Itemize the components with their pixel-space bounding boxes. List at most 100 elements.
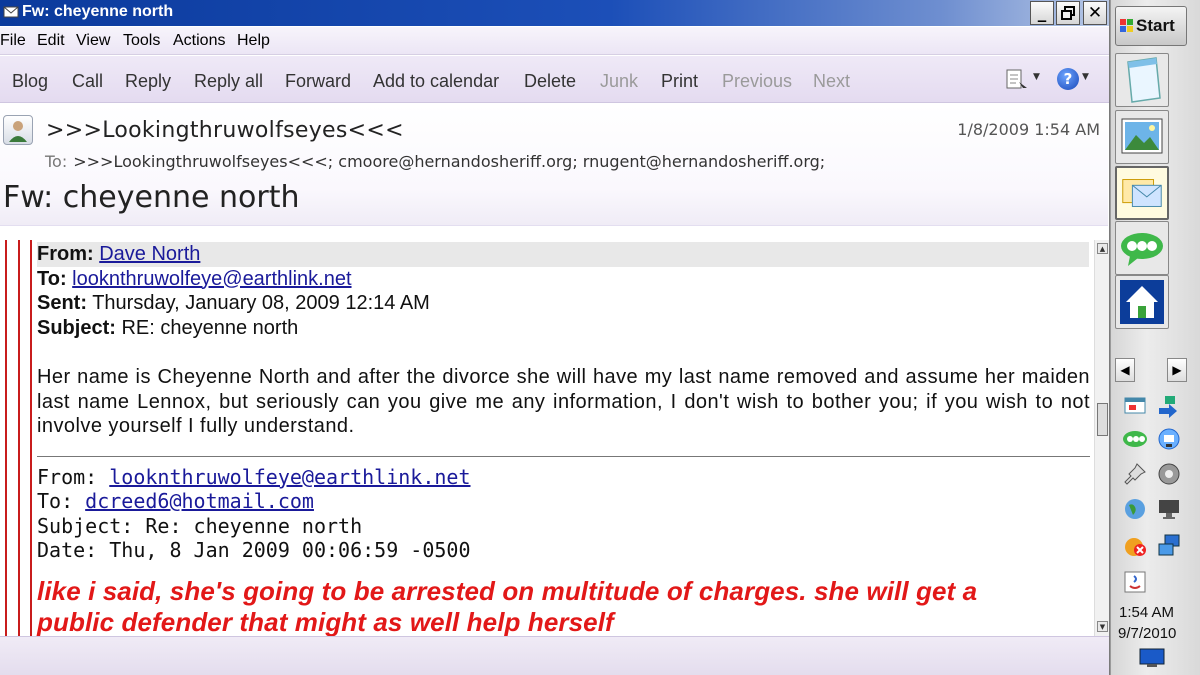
- from-link-2[interactable]: lookn​thruwolfeye@earthlink.net: [109, 465, 470, 489]
- emphasized-text: like i said, she's going to be arrested …: [37, 576, 1090, 637]
- emphasized-line-1: like i said, she's going to be arrested …: [37, 575, 978, 606]
- taskbar-messenger[interactable]: [1115, 221, 1169, 275]
- globe-icon[interactable]: [1121, 495, 1149, 523]
- taskbar-mail[interactable]: [1115, 166, 1169, 220]
- message-header: >>>Lookingthruwolfseyes<<< 1/8/2009 1:54…: [0, 104, 1108, 226]
- settings-icon[interactable]: [1155, 460, 1183, 488]
- to-link[interactable]: lookn​thruwolfeye@earthlink.net: [72, 268, 351, 290]
- notepad-icon: [1127, 57, 1161, 103]
- window-title: Fw: cheyenne north: [22, 3, 174, 20]
- to-label-2: To:: [37, 489, 74, 513]
- message-subject: Fw: cheyenne north: [3, 180, 300, 215]
- pin-icon[interactable]: [1121, 460, 1149, 488]
- date-value-2: Thu, 8 Jan 2009 00:06:59 -0500: [109, 538, 471, 562]
- delete-button[interactable]: Delete: [524, 71, 576, 92]
- envelope-icon: [3, 6, 19, 18]
- network-connection-icon[interactable]: [1155, 532, 1183, 560]
- tray-right-icon[interactable]: ▶: [1167, 358, 1187, 382]
- help-icon[interactable]: ?: [1057, 68, 1079, 90]
- quote-bar: [5, 240, 7, 636]
- scroll-up-icon[interactable]: ▲: [1097, 243, 1108, 254]
- minimize-button[interactable]: _: [1030, 1, 1054, 25]
- tray-left-icon[interactable]: ◀: [1115, 358, 1135, 382]
- date-label-2: Date:: [37, 538, 98, 562]
- vertical-scrollbar[interactable]: ▲ ▼: [1094, 240, 1109, 636]
- toolbar: Blog Call Reply Reply all Forward Add to…: [0, 56, 1109, 103]
- reply-all-button[interactable]: Reply all: [194, 71, 263, 92]
- taskbar-home[interactable]: [1115, 275, 1169, 329]
- sent-value: Thursday, January 08, 2009 12:14 AM: [92, 292, 430, 314]
- security-alert-icon[interactable]: [1121, 532, 1149, 560]
- from-label-2: From:: [37, 464, 98, 489]
- reply-button[interactable]: Reply: [125, 71, 171, 92]
- taskbar-photo[interactable]: [1115, 110, 1169, 164]
- to-recipients-list[interactable]: >>>Lookingthruwolfseyes<<<; cmoore@herna…: [73, 152, 825, 171]
- previous-button[interactable]: Previous: [722, 71, 792, 92]
- to-row-2: To: dcreed6@hotmail.com: [37, 489, 1090, 514]
- title-bar[interactable]: Fw: cheyenne north _ ✕: [0, 0, 1109, 26]
- quoted-message: From: Dave North To: lookn​thruwolfeye@e…: [37, 242, 1090, 636]
- person-icon: [9, 121, 27, 142]
- message-divider: [37, 455, 1090, 457]
- sync-icon[interactable]: [1155, 392, 1183, 420]
- photo-icon: [1121, 118, 1163, 154]
- add-to-calendar-button[interactable]: Add to calendar: [373, 71, 499, 92]
- messenger-icon: [1121, 233, 1163, 266]
- home-icon: [1120, 280, 1164, 324]
- help-dropdown-icon[interactable]: ▼: [1082, 72, 1089, 82]
- next-button[interactable]: Next: [813, 71, 850, 92]
- menu-file[interactable]: File: [0, 32, 26, 50]
- quote-bar: [18, 240, 20, 636]
- view-options-icon[interactable]: [1005, 68, 1031, 92]
- subject-row-2: Subject: Re: cheyenne north: [37, 514, 1090, 539]
- forward-button[interactable]: Forward: [285, 71, 351, 92]
- mail-tray-icon[interactable]: [1121, 392, 1149, 420]
- contact-icon[interactable]: [3, 115, 33, 145]
- menu-view[interactable]: View: [76, 32, 110, 50]
- maximize-button[interactable]: [1056, 1, 1080, 25]
- mail-icon: [1122, 179, 1162, 207]
- to-row: To: lookn​thruwolfeye@earthlink.net: [37, 267, 1090, 292]
- menu-actions[interactable]: Actions: [173, 32, 225, 50]
- emphasized-line-2: public defender that might as well help …: [37, 606, 614, 637]
- menu-tools[interactable]: Tools: [123, 32, 160, 50]
- menu-help[interactable]: Help: [237, 32, 270, 50]
- print-button[interactable]: Print: [661, 71, 698, 92]
- quote-bar: [30, 240, 32, 636]
- clock-date[interactable]: 9/7/2010: [1118, 625, 1176, 642]
- mail-window: Fw: cheyenne north _ ✕ File Edit View To…: [0, 0, 1110, 675]
- junk-button[interactable]: Junk: [600, 71, 638, 92]
- messenger-tray-icon[interactable]: [1121, 425, 1149, 453]
- message-paragraph: Her name is Cheyenne North and after the…: [37, 366, 1090, 437]
- menu-edit[interactable]: Edit: [37, 32, 65, 50]
- to-link-2[interactable]: dcreed6@hotmail.com: [85, 489, 314, 513]
- start-button[interactable]: Start: [1115, 6, 1187, 46]
- show-desktop-icon[interactable]: [1139, 648, 1165, 668]
- message-body[interactable]: From: Dave North To: lookn​thruwolfeye@e…: [0, 240, 1094, 636]
- menu-bar: File Edit View Tools Actions Help: [0, 27, 1109, 55]
- clock-time[interactable]: 1:54 AM: [1119, 604, 1174, 621]
- scroll-thumb[interactable]: [1097, 403, 1108, 436]
- subject-label: Subject:: [37, 316, 116, 339]
- close-button[interactable]: ✕: [1083, 1, 1107, 25]
- from-link[interactable]: Dave North: [99, 243, 200, 265]
- to-label: To:: [37, 267, 67, 290]
- call-button[interactable]: Call: [72, 71, 103, 92]
- to-recipients: To: >>>Lookingthruwolfseyes<<<; cmoore@he…: [45, 152, 825, 171]
- subject-row: Subject: RE: cheyenne north: [37, 316, 1090, 341]
- sender-name[interactable]: >>>Lookingthruwolfseyes<<<: [46, 118, 404, 143]
- to-label: To:: [45, 152, 68, 171]
- restore-icon: [1061, 6, 1075, 20]
- subject-label-2: Subject:: [37, 513, 134, 538]
- sent-row: Sent: Thursday, January 08, 2009 12:14 A…: [37, 291, 1090, 316]
- from-row-2: From: lookn​thruwolfeye@earthlink.net: [37, 465, 1090, 490]
- blog-button[interactable]: Blog: [12, 71, 48, 92]
- taskbar-notepad[interactable]: [1115, 53, 1169, 107]
- display-icon[interactable]: [1155, 495, 1183, 523]
- java-icon[interactable]: [1121, 568, 1149, 596]
- network-icon[interactable]: [1155, 425, 1183, 453]
- from-row: From: Dave North: [37, 242, 1089, 267]
- scroll-down-icon[interactable]: ▼: [1097, 621, 1108, 632]
- view-options-dropdown-icon[interactable]: ▼: [1033, 72, 1040, 82]
- start-label: Start: [1136, 16, 1175, 35]
